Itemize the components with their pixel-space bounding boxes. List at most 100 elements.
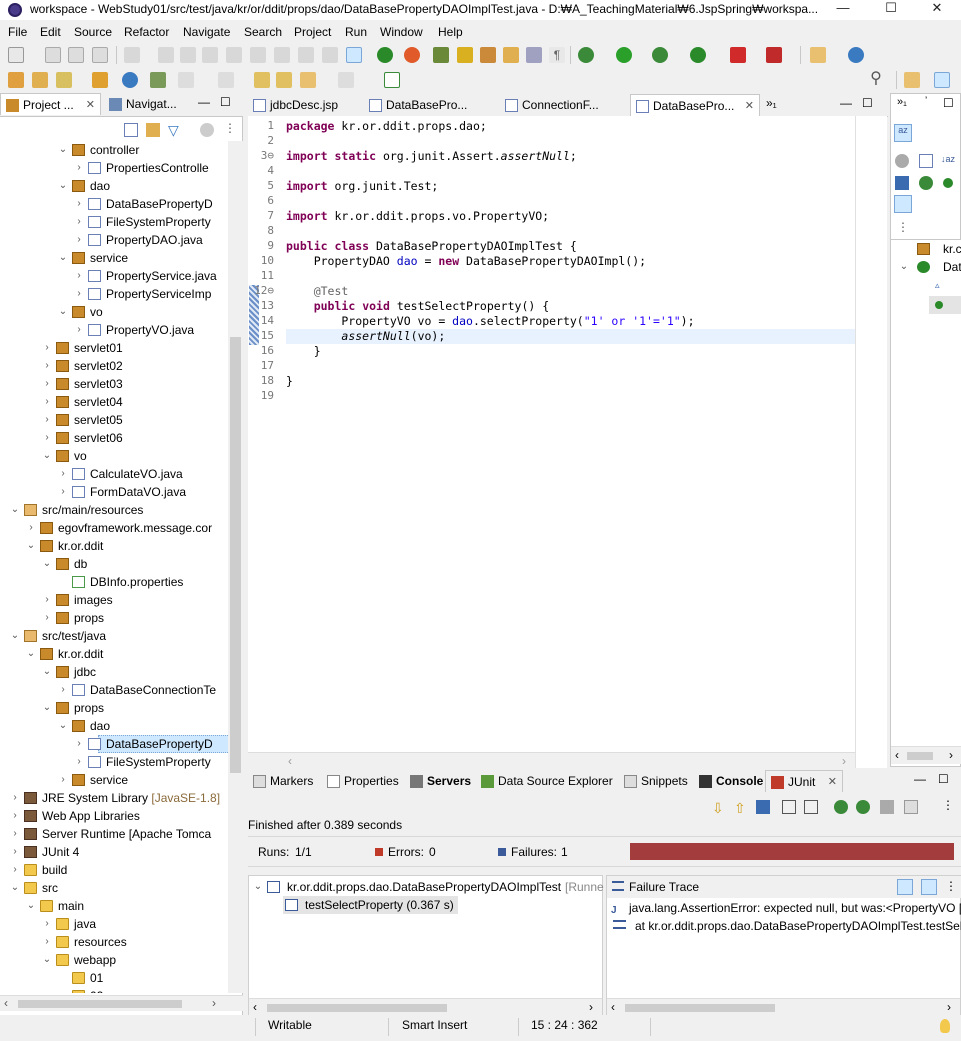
menu-help[interactable]: Help	[438, 25, 463, 39]
tip-lightbulb-icon[interactable]	[940, 1019, 950, 1033]
menu-refactor[interactable]: Refactor	[124, 25, 169, 39]
tree-horizontal-scrollbar[interactable]: ‹ ›	[0, 995, 243, 1011]
menu-edit[interactable]: Edit	[40, 25, 61, 39]
collapsed-twistie-icon[interactable]: ›	[10, 843, 20, 861]
maximize-bottom-icon[interactable]: ☐	[938, 772, 949, 786]
debug-icon[interactable]	[578, 47, 594, 63]
step-icon[interactable]	[124, 47, 140, 63]
expanded-twistie-icon[interactable]: ⌄	[42, 555, 52, 573]
rerun-failures-icon[interactable]	[856, 800, 870, 814]
collapsed-twistie-icon[interactable]: ›	[74, 285, 84, 303]
tree-item[interactable]: › FormDataVO.java	[0, 483, 228, 501]
tree-item[interactable]: › JUnit 4	[0, 843, 228, 861]
save-all-icon[interactable]	[68, 47, 84, 63]
collapse-outline-icon[interactable]	[919, 154, 933, 168]
previous-failure-icon[interactable]: ⇧	[734, 800, 748, 816]
tab-data-source-explorer[interactable]: Data Source Explorer	[476, 770, 616, 792]
globe-icon[interactable]	[122, 72, 138, 88]
collapsed-twistie-icon[interactable]: ›	[74, 321, 84, 339]
terminate-icon[interactable]	[202, 47, 218, 63]
java-ee-perspective-icon[interactable]	[934, 72, 950, 88]
view-menu-icon[interactable]	[200, 123, 214, 137]
collapsed-twistie-icon[interactable]: ›	[74, 753, 84, 771]
run-icon[interactable]	[616, 47, 632, 63]
outline-item-method-selected[interactable]	[929, 296, 961, 314]
tab-properties[interactable]: Properties	[322, 770, 402, 792]
filter-icon[interactable]: ▽	[168, 123, 182, 137]
collapsed-twistie-icon[interactable]: ›	[42, 429, 52, 447]
tree-item[interactable]: › servlet03	[0, 375, 228, 393]
open-type-icon[interactable]	[480, 47, 496, 63]
test-tree-scrollbar[interactable]: ‹ ›	[249, 998, 602, 1016]
tree-item[interactable]: › DataBasePropertyD	[0, 195, 228, 213]
menu-project[interactable]: Project	[294, 25, 331, 39]
wand-icon[interactable]	[56, 72, 72, 88]
tree-item[interactable]: › resources	[0, 933, 228, 951]
forward-edit-icon[interactable]	[276, 72, 292, 88]
pen-icon[interactable]	[457, 47, 473, 63]
expanded-twistie-icon[interactable]: ⌄	[58, 177, 68, 195]
open-perspective-icon[interactable]	[904, 72, 920, 88]
outline-minimize-icon[interactable]: ʼ	[925, 96, 927, 107]
scroll-lock-icon[interactable]	[804, 800, 818, 814]
tree-item[interactable]: › FileSystemProperty	[0, 753, 228, 771]
tree-item[interactable]: ⌄ src	[0, 879, 228, 897]
tree-item[interactable]: ⌄ kr.or.ddit	[0, 645, 228, 663]
collapsed-twistie-icon[interactable]: ›	[10, 825, 20, 843]
tab-project-explorer[interactable]: Project ... ✕	[0, 93, 101, 115]
tree-item[interactable]: › build	[0, 861, 228, 879]
step-return-icon[interactable]	[298, 47, 314, 63]
menu-source[interactable]: Source	[74, 25, 112, 39]
resume-icon[interactable]	[158, 47, 174, 63]
pin-editor-icon[interactable]	[384, 72, 400, 88]
minimize-button[interactable]: —	[820, 0, 866, 20]
tree-item[interactable]: › Web App Libraries	[0, 807, 228, 825]
tree-item[interactable]: › DataBaseConnectionTe	[0, 681, 228, 699]
search-icon[interactable]: ⚲	[868, 71, 884, 88]
hide-static-icon[interactable]	[895, 176, 909, 190]
outline-tabs-overflow[interactable]: »₁	[897, 96, 907, 108]
next-failure-icon[interactable]: ⇩	[712, 800, 726, 816]
new-server-icon[interactable]	[810, 47, 826, 63]
tree-item[interactable]: › PropertyServiceImp	[0, 285, 228, 303]
expanded-twistie-icon[interactable]: ⌄	[10, 627, 20, 645]
close-tab-icon[interactable]: ✕	[86, 98, 95, 111]
expanded-twistie-icon[interactable]: ⌄	[42, 447, 52, 465]
menu-run[interactable]: Run	[345, 25, 367, 39]
open-file-icon[interactable]	[92, 72, 108, 88]
tree-item[interactable]: › servlet04	[0, 393, 228, 411]
expanded-twistie-icon[interactable]: ⌄	[10, 879, 20, 897]
expanded-twistie-icon[interactable]: ⌄	[42, 663, 52, 681]
prev-annotation-icon[interactable]	[218, 72, 234, 88]
tab-databasepro-1[interactable]: DataBasePro...	[364, 94, 488, 116]
stop-icon[interactable]	[730, 47, 746, 63]
tree-item[interactable]: › servlet01	[0, 339, 228, 357]
expanded-twistie-icon[interactable]: ⌄	[26, 645, 36, 663]
collapsed-twistie-icon[interactable]: ›	[74, 267, 84, 285]
tree-item[interactable]: DBInfo.properties	[0, 573, 228, 591]
tree-item[interactable]: › PropertyVO.java	[0, 321, 228, 339]
coverage-icon[interactable]	[652, 47, 668, 63]
expanded-twistie-icon[interactable]: ⌄	[58, 249, 68, 267]
trace-menu-icon[interactable]: ⋮	[945, 879, 957, 893]
collapsed-twistie-icon[interactable]: ›	[42, 933, 52, 951]
tab-databasepro-active[interactable]: DataBasePro... ✕	[630, 94, 760, 116]
expanded-twistie-icon[interactable]: ⌄	[58, 141, 68, 159]
tree-item[interactable]: › service	[0, 771, 228, 789]
expanded-twistie-icon[interactable]: ⌄	[42, 699, 52, 717]
hide-nonpublic-icon[interactable]	[919, 176, 933, 190]
collapsed-twistie-icon[interactable]: ›	[74, 159, 84, 177]
tree-item[interactable]: › servlet05	[0, 411, 228, 429]
menu-window[interactable]: Window	[380, 25, 423, 39]
maximize-button[interactable]: ☐	[868, 0, 914, 20]
server-start-icon[interactable]	[377, 47, 393, 63]
tree-item[interactable]: ⌄ dao	[0, 717, 228, 735]
toggle-mark-icon[interactable]	[526, 47, 542, 63]
sort-icon[interactable]: az	[894, 124, 912, 142]
menu-navigate[interactable]: Navigate	[183, 25, 230, 39]
collapsed-twistie-icon[interactable]: ›	[42, 339, 52, 357]
collapsed-twistie-icon[interactable]: ›	[58, 465, 68, 483]
minimize-view-icon[interactable]: —	[198, 95, 210, 109]
trace-scrollbar[interactable]: ‹ ›	[607, 998, 960, 1016]
tree-item[interactable]: › CalculateVO.java	[0, 465, 228, 483]
